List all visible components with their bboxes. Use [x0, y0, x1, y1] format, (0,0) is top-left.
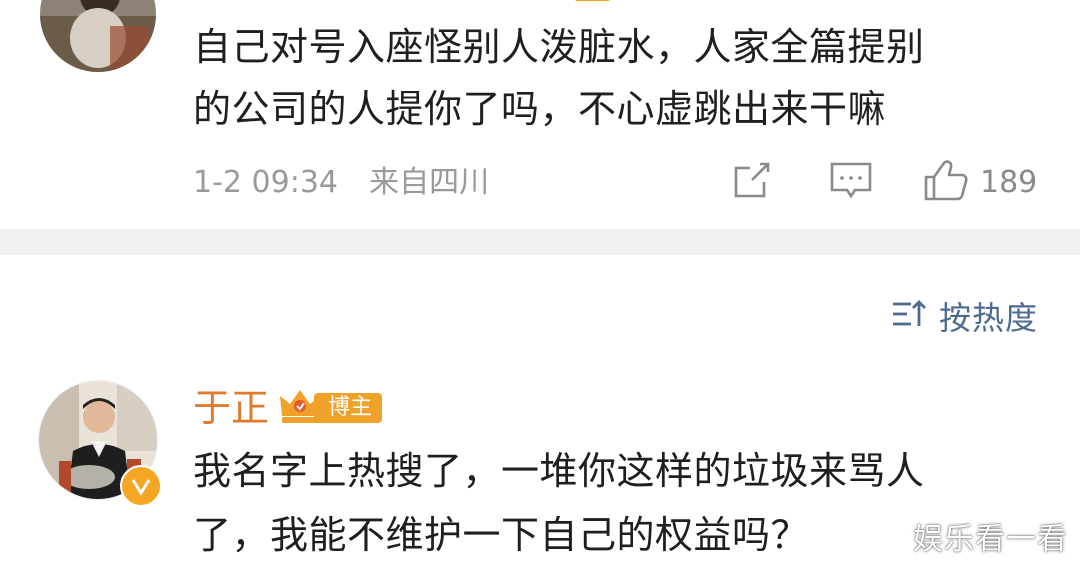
comment-top-text-line2: 的公司的人提你了吗，不心虚跳出来干嘛 [193, 87, 887, 131]
like-count: 189 [980, 164, 1038, 200]
comment-button[interactable] [828, 158, 874, 206]
author-name[interactable]: 于正 [193, 384, 269, 432]
sort-icon [891, 298, 927, 334]
commenter-avatar[interactable] [40, 0, 156, 72]
share-icon [730, 158, 774, 206]
share-button[interactable] [730, 158, 774, 206]
section-divider [0, 229, 1080, 255]
author-comment-text-line1: 我名字上热搜了，一堆你这样的垃圾来骂人 [193, 449, 925, 493]
comment-top-meta: 1-2 09:34 来自四川 [193, 160, 489, 206]
watermark: 娱乐看一看 [913, 522, 1068, 557]
comment-top-text-line1: 自己对号入座怪别人泼脏水，人家全篇提别 [193, 25, 925, 69]
comment-icon [828, 158, 874, 206]
blogger-badge: 博主 [278, 388, 383, 428]
like-button[interactable]: 189 [922, 158, 1037, 206]
sort-label: 按热度 [938, 299, 1038, 337]
author-comment-text-line2: 了，我能不维护一下自己的权益吗？ [193, 513, 810, 557]
badge-label: 博主 [314, 393, 383, 423]
verified-badge-icon [120, 465, 162, 507]
comment-location: 来自四川 [369, 165, 490, 200]
sort-toggle-button[interactable]: 按热度 [891, 292, 1038, 340]
comment-timestamp: 1-2 09:34 [193, 165, 338, 200]
comment-top-header-cropped [400, 0, 610, 2]
like-icon [922, 157, 970, 207]
